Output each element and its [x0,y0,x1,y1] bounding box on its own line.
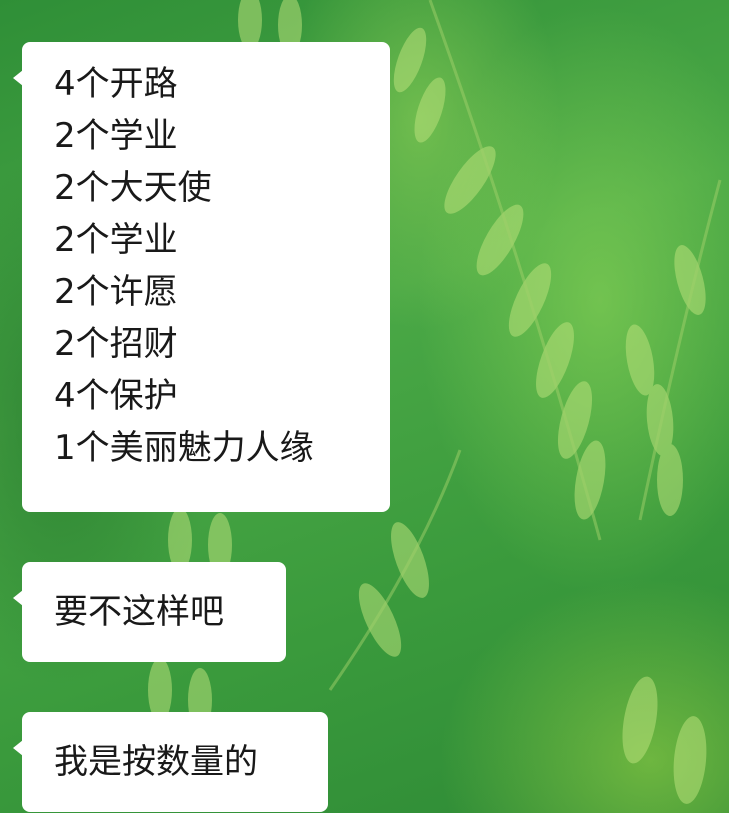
message-bubble[interactable]: 我是按数量的 [13,712,328,812]
message-line: 4个保护 [54,376,178,416]
message-bubble-list[interactable]: 4个开路 2个学业 2个大天使 2个学业 2个许愿 2个招财 4个保护 1个美丽… [13,42,390,512]
message-line: 1个美丽魅力人缘 [54,428,314,468]
message-text: 要不这样吧 [54,592,224,632]
message-line: 2个大天使 [54,168,212,208]
message-line: 4个开路 [54,64,178,104]
message-line: 2个学业 [54,116,178,156]
message-text: 我是按数量的 [54,742,258,782]
message-line: 2个许愿 [54,272,178,312]
message-line: 2个招财 [54,324,178,364]
message-line: 2个学业 [54,220,178,260]
message-bubble[interactable]: 要不这样吧 [13,562,286,662]
